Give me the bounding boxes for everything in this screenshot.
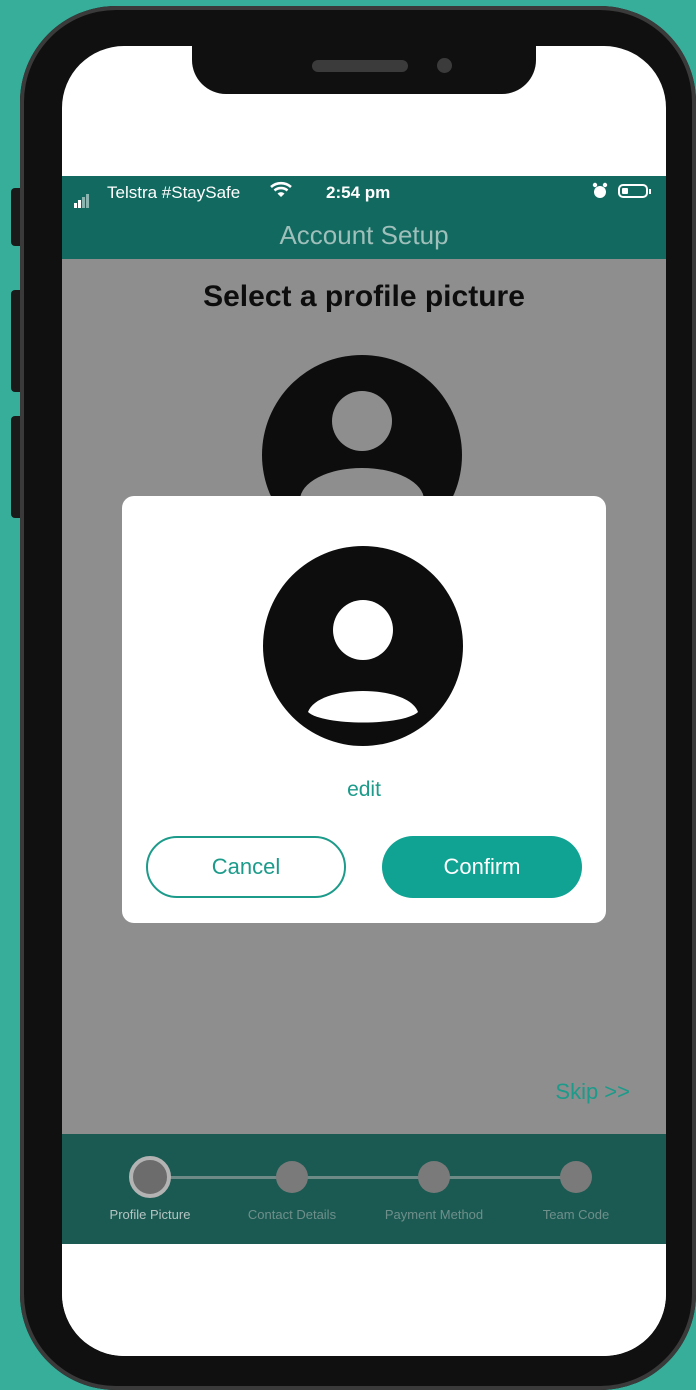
wifi-icon bbox=[270, 181, 292, 204]
signal-icon bbox=[74, 188, 90, 208]
avatar-icon[interactable] bbox=[263, 546, 463, 751]
carrier-name: Telstra #StaySafe bbox=[107, 183, 241, 202]
battery-icon bbox=[618, 184, 651, 198]
profile-picture-dialog: edit Cancel Confirm bbox=[122, 496, 606, 923]
notch bbox=[192, 46, 536, 94]
page-title: Select a profile picture bbox=[203, 280, 525, 313]
speaker-grille bbox=[312, 60, 408, 72]
status-bar: Telstra #StaySafe 2:54 pm bbox=[62, 176, 666, 210]
step-label-profile-picture: Profile Picture bbox=[109, 1207, 191, 1222]
step-dot-contact-details[interactable] bbox=[276, 1161, 308, 1193]
skip-link[interactable]: Skip >> bbox=[555, 1079, 630, 1105]
confirm-button[interactable]: Confirm bbox=[382, 836, 582, 898]
step-label-payment-method: Payment Method bbox=[384, 1207, 484, 1222]
step-label-contact-details: Contact Details bbox=[247, 1207, 337, 1222]
camera-icon bbox=[437, 58, 452, 73]
alarm-icon bbox=[592, 182, 608, 205]
header-title: Account Setup bbox=[279, 220, 449, 250]
cancel-button[interactable]: Cancel bbox=[146, 836, 346, 898]
stepper-line bbox=[150, 1176, 578, 1179]
step-dot-team-code[interactable] bbox=[560, 1161, 592, 1193]
home-indicator-area bbox=[62, 1244, 666, 1356]
step-dot-profile-picture[interactable] bbox=[129, 1156, 171, 1198]
step-label-team-code: Team Code bbox=[542, 1207, 610, 1222]
edit-link[interactable]: edit bbox=[122, 778, 606, 802]
app-header: Telstra #StaySafe 2:54 pm Account Setup bbox=[62, 176, 666, 259]
progress-stepper: Profile Picture Contact Details Payment … bbox=[62, 1134, 666, 1244]
step-dot-payment-method[interactable] bbox=[418, 1161, 450, 1193]
status-time: 2:54 pm bbox=[326, 183, 391, 202]
